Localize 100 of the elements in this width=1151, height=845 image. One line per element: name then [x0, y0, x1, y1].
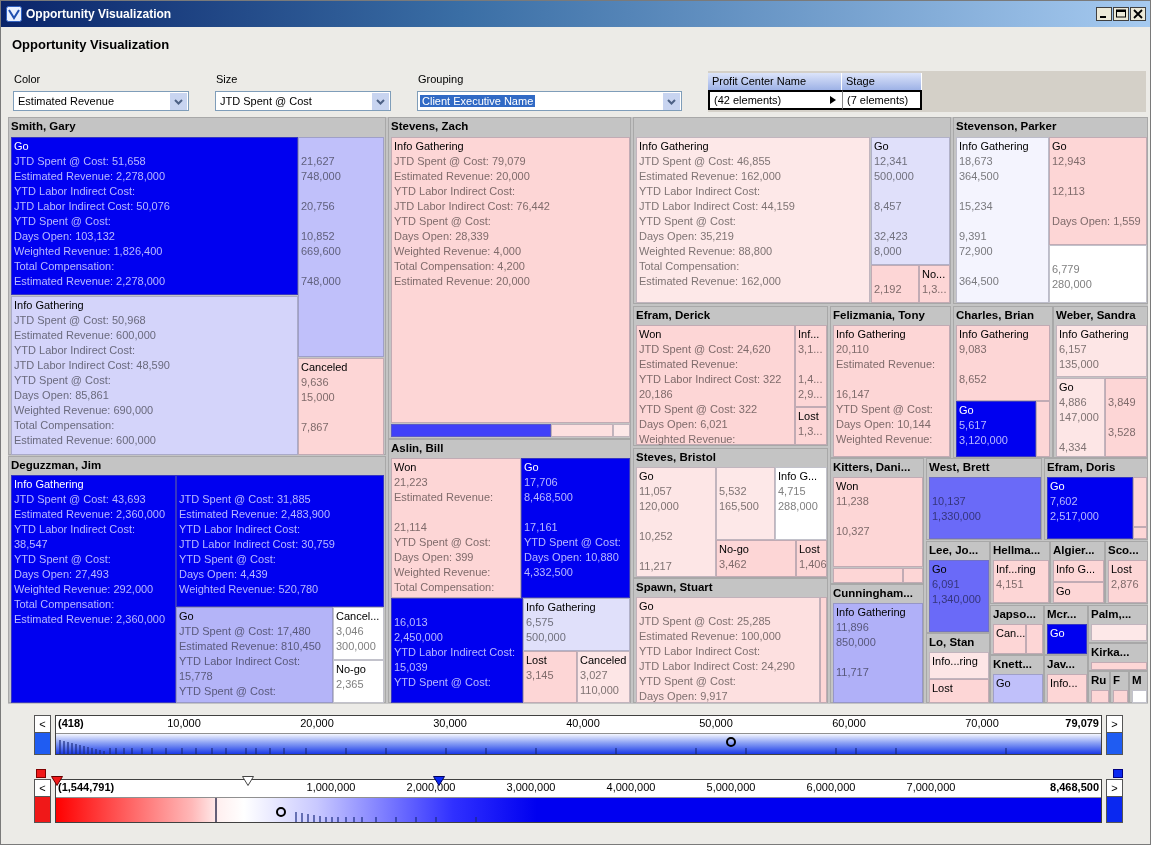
treemap-tile[interactable]: Go JTD Spent @ Cost: 17,480 Estimated Revenue: 810,450 YTD Labor Indirect Cost: 15,778 YTD Spent @ Cost: — [176, 607, 333, 703]
close-icon[interactable] — [1130, 7, 1146, 21]
treemap-tile[interactable]: Won JTD Spent @ Cost: 24,620 Estimated Revenue: YTD Labor Indirect Cost: 322 20,186 YTD Spent @ Cost: 322 Days Open: 6,021 Weighted Revenue: — [636, 325, 795, 445]
triangle-handle[interactable] — [242, 776, 254, 786]
slider-track[interactable]: (418) 10,000 20,000 30,000 40,000 50,000 60,000 70,000 79,079 — [55, 715, 1102, 755]
treemap-tile[interactable] — [1133, 527, 1147, 539]
slider-track[interactable]: (1,544,791) 1,000,000 2,000,000 3,000,000 4,000,000 5,000,000 6,000,000 7,000,000 8,468,500 — [55, 779, 1102, 823]
treemap-tile[interactable]: Lost 1,406 — [796, 540, 827, 577]
treemap-tile[interactable]: Go 12,341 500,000 8,457 32,423 8,000 — [871, 137, 950, 265]
next-button[interactable]: > — [1106, 779, 1123, 797]
treemap-tile[interactable]: Go — [1047, 624, 1087, 654]
treemap-tile[interactable] — [1091, 662, 1147, 670]
tile-value: Weighted Revenue: 520,780 — [179, 582, 319, 597]
treemap-tile[interactable] — [551, 424, 613, 437]
treemap-tile[interactable]: No-go 3,462 — [716, 540, 796, 577]
treemap-tile[interactable]: Go 7,602 2,517,000 — [1047, 477, 1133, 539]
treemap-tile[interactable]: Won 11,238 10,327 — [833, 477, 923, 567]
treemap-tile[interactable] — [903, 568, 923, 583]
treemap-tile[interactable] — [613, 424, 630, 437]
treemap-tile[interactable]: Info Gathering 11,896 850,000 11,717 — [833, 603, 923, 703]
treemap-tile[interactable]: 6,779 280,000 — [1049, 245, 1147, 303]
treemap-tile[interactable]: No... 1,3... — [919, 265, 950, 303]
treemap-tile[interactable]: Lost 3,145 — [523, 651, 577, 703]
treemap-tile[interactable] — [1026, 624, 1043, 654]
treemap-tile[interactable]: 21,627 748,000 20,756 10,852 669,600 748,000 — [298, 137, 384, 357]
minimize-icon[interactable] — [1096, 7, 1112, 21]
treemap-tile[interactable] — [11, 296, 298, 455]
treemap-tile[interactable] — [1133, 477, 1147, 527]
tile-label: Info Gathering — [394, 139, 464, 154]
tile-value: Days Open: 6,021 — [639, 417, 728, 432]
treemap-tile[interactable]: Lost 2,876 — [1108, 560, 1147, 603]
treemap-tile[interactable] — [1113, 690, 1128, 703]
group-name: Palm,... — [1091, 607, 1132, 622]
treemap-tile[interactable]: Cancel... 3,046 300,000 — [333, 607, 384, 660]
treemap-tile[interactable]: Go 17,706 8,468,500 17,161 YTD Spent @ Cost: Days Open: 10,880 4,332,500 — [521, 458, 630, 598]
treemap-tile[interactable] — [1091, 624, 1147, 641]
treemap-tile[interactable]: Info Gathering 6,575 500,000 — [523, 598, 630, 651]
treemap-tile[interactable]: Info Gathering 9,083 8,652 — [956, 325, 1050, 401]
treemap-tile[interactable]: Info...ring — [929, 652, 989, 679]
treemap-tile[interactable]: Inf...ring 4,151 — [993, 560, 1049, 603]
tile-label: Inf... — [798, 327, 820, 342]
previous-button[interactable]: < — [34, 715, 51, 733]
tile-value: Estimated Revenue: — [394, 490, 494, 505]
hierarchy-cell[interactable]: (42 elements) — [708, 90, 842, 110]
treemap-tile[interactable]: Inf... 3,1... 1,4... 2,9... — [795, 325, 827, 407]
treemap-tile[interactable] — [1036, 401, 1050, 457]
treemap-tile[interactable]: 16,013 2,450,000 YTD Labor Indirect Cost: 15,039 YTD Spent @ Cost: — [391, 598, 523, 703]
treemap-tile[interactable]: Go 4,886 147,000 4,334 — [1056, 378, 1105, 457]
maximize-icon[interactable] — [1113, 7, 1129, 21]
treemap-tile[interactable] — [391, 424, 551, 437]
treemap-tile[interactable]: Info Gathering 18,673 364,500 15,234 9,391 72,900 364,500 — [956, 137, 1049, 303]
tile-value: YTD Labor Indirect Cost: — [394, 645, 516, 660]
treemap-tile[interactable]: Info G... 4,715 288,000 — [775, 467, 827, 540]
tile-label: No... — [922, 267, 946, 282]
color-stop-handle[interactable] — [36, 769, 46, 778]
treemap-tile[interactable] — [1091, 690, 1109, 703]
treemap-tile[interactable] — [833, 568, 903, 583]
treemap-tile[interactable]: Won 21,223 Estimated Revenue: 21,114 YTD Spent @ Cost: Days Open: 399 Weighted Revenue: Total Compensation: — [391, 458, 521, 598]
color-stop-handle[interactable] — [1113, 769, 1123, 778]
treemap-tile[interactable]: Go 6,091 1,340,000 — [929, 560, 989, 632]
treemap-tile[interactable]: JTD Spent @ Cost: 31,885 Estimated Revenue: 2,483,900 YTD Labor Indirect Cost: JTD Labor Indirect Cost: 30,759 YTD Spent @ Cost: Days Open: 4,439 Weighted Revenue: 520,780 — [176, 475, 384, 607]
treemap-tile[interactable]: Go JTD Spent @ Cost: 25,285 Estimated Revenue: 100,000 YTD Labor Indirect Cost: JTD Labor Indirect Cost: 24,290 YTD Spent @ Cost: Days Open: 9,917 — [636, 597, 820, 703]
tile-value: YTD Spent @ Cost: — [394, 214, 491, 229]
treemap-tile[interactable]: No-go 2,365 — [333, 660, 384, 703]
treemap-tile[interactable] — [820, 597, 827, 703]
tile-value: 15,778 — [179, 669, 213, 684]
tile-value: 11,217 — [639, 559, 672, 574]
tile-value: 15,234 — [959, 199, 993, 214]
treemap-tile[interactable]: Info Gathering 20,110 Estimated Revenue: 16,147 YTD Spent @ Cost: Days Open: 10,144 Weighted Revenue: — [833, 325, 950, 457]
treemap-tile[interactable]: Lost — [929, 679, 989, 703]
range-max-label: 8,468,500 — [1050, 781, 1099, 793]
column-header[interactable]: Profit Center Name — [708, 73, 842, 90]
treemap-tile[interactable]: Info G... — [1053, 560, 1104, 582]
treemap-tile[interactable]: 2,192 — [871, 265, 919, 303]
treemap-tile[interactable] — [1132, 690, 1147, 703]
previous-button[interactable]: < — [34, 779, 51, 797]
treemap-tile[interactable]: Go — [993, 674, 1043, 703]
treemap-tile[interactable] — [11, 475, 176, 703]
treemap-tile[interactable]: Canceled 9,636 15,000 7,867 — [298, 358, 384, 455]
treemap-tile[interactable] — [636, 137, 870, 303]
treemap-tile[interactable]: Go 5,617 3,120,000 — [956, 401, 1036, 457]
treemap-tile[interactable]: Info Gathering 6,157 135,000 — [1056, 325, 1147, 377]
dropdown-field[interactable]: JTD Spent @ Cost — [215, 91, 391, 111]
treemap-tile[interactable]: Canceled 3,027 110,000 — [577, 651, 630, 703]
treemap-tile[interactable]: Can... — [993, 624, 1026, 654]
column-header[interactable]: Stage — [842, 73, 922, 90]
treemap-tile[interactable]: 5,532 165,500 — [716, 467, 775, 540]
tile-value: JTD Labor Indirect Cost: 44,159 — [639, 199, 795, 214]
treemap-tile[interactable]: Info... — [1047, 674, 1087, 703]
treemap-tile[interactable]: Go — [1053, 582, 1104, 603]
next-button[interactable]: > — [1106, 715, 1123, 733]
hierarchy-cell[interactable]: (7 elements) — [842, 90, 922, 110]
treemap-tile[interactable]: Go 11,057 120,000 10,252 11,217 — [636, 467, 716, 577]
dropdown-field[interactable]: Client Executive Name — [417, 91, 682, 111]
treemap-tile[interactable] — [11, 137, 298, 295]
treemap-tile[interactable]: 3,849 3,528 — [1105, 378, 1147, 457]
tile-value: YTD Spent @ Cost: — [639, 214, 736, 229]
treemap-tile[interactable]: Go 12,943 12,113 Days Open: 1,559 — [1049, 137, 1147, 245]
treemap-tile[interactable]: Lost 1,3... — [795, 407, 827, 445]
dropdown-field[interactable]: Estimated Revenue — [13, 91, 189, 111]
